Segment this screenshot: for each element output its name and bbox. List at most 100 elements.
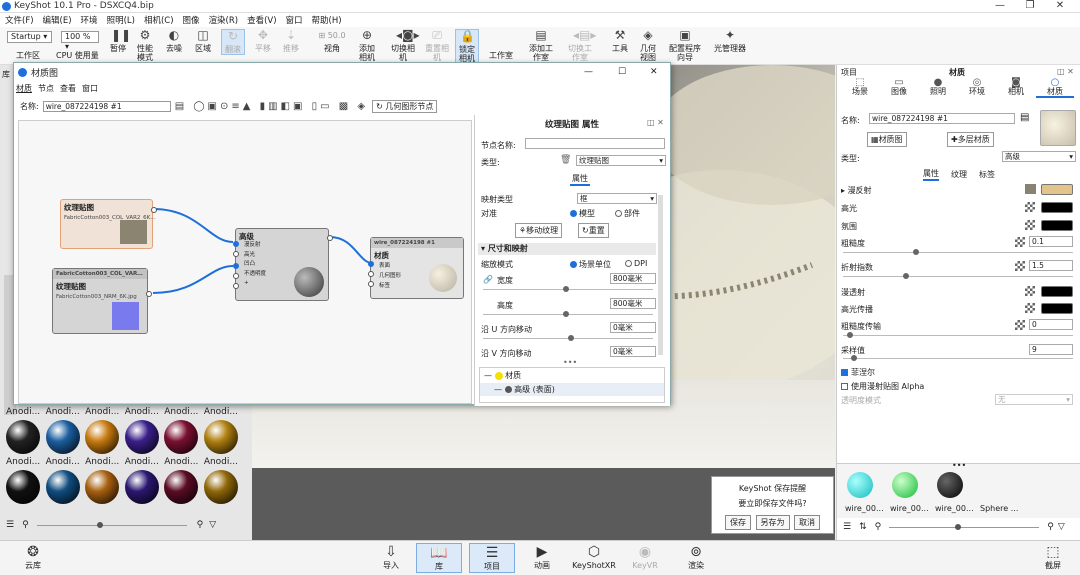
search-icon[interactable]: ⚲ <box>875 522 882 532</box>
slider-handle[interactable] <box>955 523 962 530</box>
reset-camera-button[interactable]: ⎚ 重置相机 <box>425 29 449 63</box>
dpi-radio[interactable]: DPI <box>625 259 647 268</box>
project-button[interactable]: ☰ 项目 <box>469 543 515 573</box>
checker-icon[interactable] <box>1025 286 1035 296</box>
render-button[interactable]: ⊚ 渲染 <box>681 543 711 571</box>
align-model-radio[interactable]: 模型 <box>570 208 595 219</box>
close-icon[interactable]: ✕ <box>1045 0 1075 11</box>
splitter-handle[interactable]: ••• <box>563 358 577 367</box>
multi-material-button[interactable]: ✚多层材质 <box>947 132 994 147</box>
maximize-icon[interactable]: ☐ <box>618 67 626 77</box>
u-offset-slider[interactable] <box>483 335 653 341</box>
slider-handle[interactable] <box>563 286 569 292</box>
more-icon[interactable]: ••• <box>952 461 966 470</box>
save-material-icon[interactable]: ▤ <box>1020 112 1029 123</box>
samples-slider[interactable] <box>843 355 1073 361</box>
keyshotxr-button[interactable]: ⬡ KeyShotXR <box>572 543 616 571</box>
material-thumbnail[interactable] <box>85 420 120 454</box>
refraction-index-input[interactable]: 1.5 <box>1029 260 1073 271</box>
menu-view[interactable]: 查看 <box>60 83 76 94</box>
subtab-properties[interactable]: 属性 <box>923 168 939 181</box>
minimize-icon[interactable]: — <box>584 67 593 77</box>
search-icon[interactable]: ⚲ <box>22 520 29 530</box>
slider-handle[interactable] <box>851 355 857 361</box>
tools-button[interactable]: ⚒ 工具 <box>610 29 630 54</box>
roughness-slider[interactable] <box>843 249 1073 255</box>
tab-material[interactable]: ○ 材质 <box>1036 78 1074 98</box>
texture-map-node-1[interactable]: 纹理贴图 FabricCotton003_COL_VAR2_6K… <box>60 199 157 249</box>
input-port[interactable] <box>233 251 239 257</box>
slider-handle[interactable] <box>96 521 103 528</box>
tab-camera[interactable]: ◙ 相机 <box>997 78 1035 97</box>
close-icon[interactable]: ✕ <box>650 67 658 77</box>
list-view-icon[interactable]: ☰ <box>843 522 851 532</box>
add-studio-button[interactable]: ▤ 添加工作室 <box>528 29 554 63</box>
region-button[interactable]: ◫ 区域 <box>192 29 214 54</box>
slider-handle[interactable] <box>568 335 574 341</box>
field-of-view-button[interactable]: ⊞ 50.0 视角 <box>312 29 352 53</box>
tab-properties[interactable]: 属性 <box>570 173 590 186</box>
advanced-material-node[interactable]: 高级 漫反射 高光 凹凸 不透明度 + <box>233 228 333 301</box>
material-output-node[interactable]: wire_087224198 #1 材质 表面 几何图形 标签 <box>368 237 464 299</box>
checker-icon[interactable] <box>1025 202 1035 212</box>
input-port[interactable] <box>233 241 239 247</box>
output-port[interactable] <box>151 207 157 213</box>
light-manager-button[interactable]: ✦ 光管理器 <box>712 29 748 54</box>
material-thumbnail[interactable] <box>164 420 199 454</box>
material-thumbnail[interactable] <box>6 420 40 454</box>
list-view-icon[interactable]: ☰ <box>6 520 14 530</box>
properties-scrollbar[interactable] <box>658 195 663 355</box>
menu-file[interactable]: 文件(F) <box>5 14 34 26</box>
sort-icon[interactable]: ⇅ <box>859 522 867 532</box>
roughness-transmission-slider[interactable] <box>843 332 1073 338</box>
refraction-slider[interactable] <box>843 273 1073 279</box>
filter-icon[interactable]: ▽ <box>1058 522 1065 532</box>
zoom-select[interactable]: 100 % ▾ <box>61 31 99 51</box>
material-name-input[interactable]: wire_087224198 #1 <box>869 113 1015 124</box>
material-thumbnail[interactable] <box>124 420 159 454</box>
menu-edit[interactable]: 编辑(E) <box>43 14 72 26</box>
menu-camera[interactable]: 相机(C) <box>144 14 174 26</box>
cpu-usage-button[interactable]: CPU 使用量 <box>56 51 99 60</box>
pause-button[interactable]: ❚❚ 暂停 <box>108 29 131 54</box>
switch-studio-button[interactable]: ◂▤▸ 切换工作室 <box>566 29 596 63</box>
type-select[interactable]: 纹理贴图 ▾ <box>576 155 666 166</box>
subtab-textures[interactable]: 纹理 <box>951 169 967 180</box>
slider-handle[interactable] <box>903 273 909 279</box>
output-port[interactable] <box>327 235 333 241</box>
pan-button[interactable]: ✥ 平移 <box>252 29 274 54</box>
alpha-checkbox[interactable]: 使用漫射贴图 Alpha <box>841 381 924 392</box>
cloud-library-button[interactable]: ❂ 云库 <box>18 543 48 571</box>
texture-map-node-2[interactable]: FabricCotton003_COL_VAR… 纹理贴图 FabricCott… <box>52 268 152 334</box>
maximize-icon[interactable]: ❐ <box>1015 0 1045 11</box>
keyvr-button[interactable]: ◉ KeyVR <box>628 543 662 571</box>
configurator-wizard-button[interactable]: ▣ 配置程序向导 <box>666 29 704 63</box>
input-port[interactable] <box>368 261 374 267</box>
fresnel-checkbox[interactable]: 菲涅尔 <box>841 367 875 378</box>
diffuse-color-swatch[interactable] <box>1041 184 1073 195</box>
dolly-button[interactable]: ⇣ 推移 <box>280 29 302 54</box>
height-input[interactable]: 800毫米 <box>610 298 656 309</box>
v-offset-input[interactable]: 0毫米 <box>610 346 656 357</box>
tree-item-material[interactable]: — 材质 <box>480 368 664 383</box>
size-mapping-section[interactable]: ▾ 尺寸和映射 <box>478 243 656 255</box>
node-name-input[interactable] <box>525 138 665 149</box>
node-graph-canvas[interactable]: 纹理贴图 FabricCotton003_COL_VAR2_6K… Fabric… <box>18 120 472 404</box>
output-port[interactable] <box>146 291 152 297</box>
workspace-button[interactable]: 工作区 <box>16 51 40 60</box>
material-graph-button[interactable]: ▦材质图 <box>867 132 907 147</box>
checker-icon[interactable] <box>1015 320 1025 330</box>
menu-window[interactable]: 窗口 <box>82 83 98 94</box>
thumbnail-size-slider[interactable] <box>889 523 1040 530</box>
reset-button[interactable]: ↻重置 <box>578 223 609 238</box>
input-port[interactable] <box>233 273 239 279</box>
material-thumbnail[interactable] <box>45 420 80 454</box>
roughness-transmission-input[interactable]: 0 <box>1029 319 1073 330</box>
tab-lighting[interactable]: ● 照明 <box>919 78 957 97</box>
tab-scene[interactable]: ⬚ 场景 <box>841 78 879 97</box>
checker-icon[interactable] <box>1015 237 1025 247</box>
slider-handle[interactable] <box>847 332 853 338</box>
studio-button[interactable]: 工作室 <box>489 51 513 60</box>
transparency-mode-select[interactable]: 无 ▾ <box>995 394 1073 405</box>
zoom-icon[interactable]: ⚲ <box>1047 522 1054 532</box>
